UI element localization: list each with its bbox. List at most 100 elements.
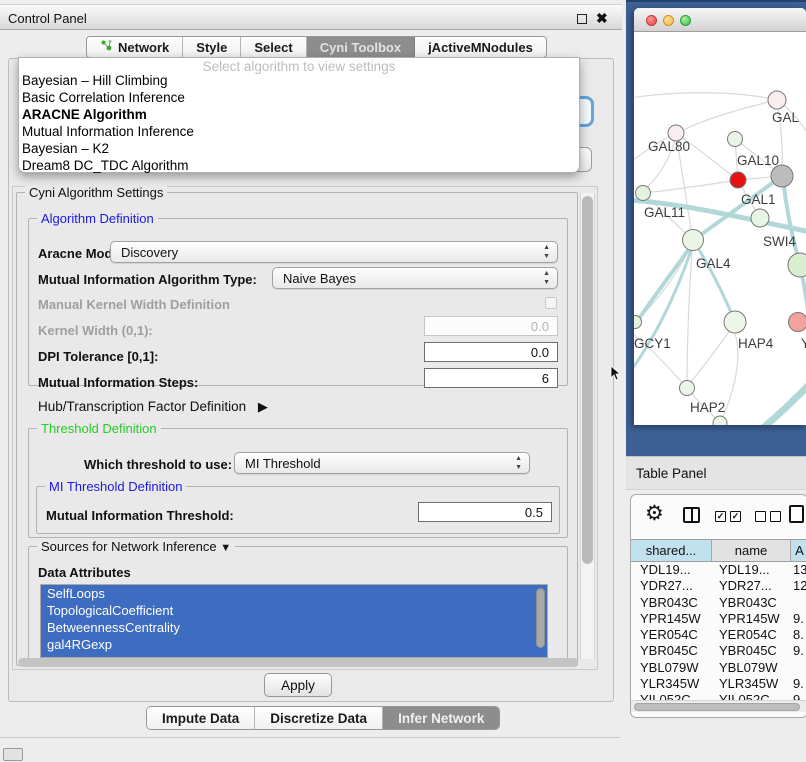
sources-expander[interactable]: Sources for Network Inference ▼ [37, 539, 235, 554]
node-hap4[interactable] [724, 311, 746, 333]
attribute-item[interactable]: BetweennessCentrality [41, 619, 547, 636]
node-label-hap2: HAP2 [690, 400, 725, 415]
checked-checkbox-icon[interactable]: ✓ [715, 511, 726, 522]
table-cell: 9 [793, 692, 806, 700]
file-icon[interactable] [789, 505, 804, 523]
dropdown-item-list: Bayesian – Hill ClimbingBasic Correlatio… [19, 72, 579, 174]
attribute-item[interactable]: SelfLoops [41, 585, 547, 602]
node-swi4[interactable] [751, 209, 769, 227]
split-columns-icon[interactable] [683, 507, 700, 523]
table-row[interactable]: YBR043C YBR043C [631, 595, 806, 611]
hub-definition-expander[interactable]: Hub/Transcription Factor Definition ▶ [38, 399, 268, 415]
combo-stepper-icon: ▲▼ [543, 244, 550, 261]
node-label-gal: GAL [772, 110, 800, 125]
column-header-name[interactable]: name [712, 540, 791, 561]
tab-label: jActiveMNodules [428, 40, 533, 55]
table-row[interactable]: YBL079WYBL079W [631, 660, 806, 676]
table-row[interactable]: YIL052CYIL052C9 [631, 692, 806, 700]
table-cell: YLR345W [719, 676, 789, 692]
table-cell: 9. [793, 643, 806, 659]
table-row[interactable]: YBR045CYBR045C9. [631, 643, 806, 659]
mi-type-select[interactable]: Naive Bayes ▲▼ [272, 267, 558, 289]
zoom-traffic-light-icon[interactable] [680, 15, 691, 26]
table-row[interactable]: YER054CYER054C8. [631, 627, 806, 643]
table-row[interactable]: YPR145WYPR145W9. [631, 611, 806, 627]
minimize-traffic-light-icon[interactable] [663, 15, 674, 26]
panel-divider [0, 737, 620, 738]
apply-button[interactable]: Apply [264, 673, 332, 697]
attribute-item[interactable]: TopologicalCoefficient [41, 602, 547, 619]
tab-select[interactable]: Select [241, 37, 306, 57]
float-window-icon[interactable] [577, 14, 587, 24]
dpi-tolerance-input[interactable]: 0.0 [424, 342, 558, 362]
attribute-item[interactable]: gal4RGexp [41, 636, 547, 653]
hub-definition-label: Hub/Transcription Factor Definition [38, 399, 246, 414]
dpi-tolerance-label: DPI Tolerance [0,1]: [38, 349, 158, 364]
tab-style[interactable]: Style [183, 37, 241, 57]
table-cell: YIL052C [719, 692, 789, 700]
table-cell: YDR27... [719, 578, 789, 594]
aracne-mode-value: Discovery [121, 245, 178, 260]
table-header-row: shared...nameA [631, 539, 806, 562]
tab-impute-data[interactable]: Impute Data [147, 707, 255, 729]
table-hscrollbar-thumb[interactable] [634, 703, 800, 711]
close-icon[interactable]: ✖ [596, 10, 608, 27]
table-hscrollbar-track[interactable] [631, 700, 806, 712]
table-cell: YLR345W [640, 676, 710, 692]
dropdown-item[interactable]: Bayesian – Hill Climbing [19, 72, 579, 89]
node-gal4[interactable] [683, 230, 704, 251]
table-cell: YBR043C [719, 595, 789, 611]
tab-infer-network[interactable]: Infer Network [383, 707, 499, 729]
unchecked-checkbox-icon[interactable] [770, 511, 781, 522]
node-gal11[interactable] [636, 186, 651, 201]
which-threshold-select[interactable]: MI Threshold ▲▼ [234, 452, 530, 474]
network-view-window[interactable]: GALGAL80GAL10GAL1GAL11SWI4GAL4GCY1HAP4YH… [634, 8, 806, 425]
mi-steps-input[interactable]: 6 [424, 368, 558, 388]
tab-jactivemnodules[interactable]: jActiveMNodules [415, 37, 546, 57]
table-row[interactable]: YLR345WYLR345W9. [631, 676, 806, 692]
network-canvas[interactable]: GALGAL80GAL10GAL1GAL11SWI4GAL4GCY1HAP4YH… [634, 32, 806, 425]
attributes-scrollbar[interactable] [536, 588, 545, 648]
node-gal10[interactable] [728, 132, 743, 147]
table-cell: YPR145W [719, 611, 789, 627]
kernel-width-input[interactable]: 0.0 [424, 316, 558, 336]
table-browser-window: ⚙ ✓ ✓ shared...nameA YDL19...YDL19...13Y… [630, 494, 806, 718]
table-row[interactable]: YDR27...YDR27...12 [631, 578, 806, 594]
table-cell: YBR045C [719, 643, 789, 659]
node-big-green[interactable] [788, 253, 806, 277]
data-attributes-list[interactable]: SelfLoopsTopologicalCoefficientBetweenne… [40, 584, 548, 658]
gear-icon[interactable]: ⚙ [645, 501, 664, 526]
column-header-shared[interactable]: shared... [631, 540, 712, 561]
checked-checkbox-icon[interactable]: ✓ [730, 511, 741, 522]
table-cell: YBR043C [640, 595, 710, 611]
settings-vscrollbar-thumb[interactable] [582, 196, 593, 564]
settings-hscrollbar-thumb[interactable] [18, 658, 578, 667]
network-window-titlebar [634, 8, 806, 32]
column-header-A[interactable]: A [791, 540, 806, 561]
dpi-tolerance-value: 0.0 [531, 345, 549, 360]
dropdown-item[interactable]: ARACNE Algorithm [19, 106, 579, 123]
dropdown-item[interactable]: Bayesian – K2 [19, 140, 579, 157]
node-gal1[interactable] [730, 172, 746, 188]
collapsed-panel-icon[interactable] [3, 748, 23, 761]
node-hub-gray[interactable] [771, 165, 793, 187]
node-bottom[interactable] [713, 416, 727, 425]
dropdown-item[interactable]: Mutual Information Inference [19, 123, 579, 140]
mi-threshold-group-title: MI Threshold Definition [45, 479, 186, 494]
node-salmon[interactable] [789, 313, 806, 332]
node-hap2[interactable] [680, 381, 695, 396]
mi-threshold-input[interactable]: 0.5 [418, 502, 552, 522]
unchecked-checkbox-icon[interactable] [755, 511, 766, 522]
close-traffic-light-icon[interactable] [646, 15, 657, 26]
tab-discretize-data[interactable]: Discretize Data [255, 707, 383, 729]
node-gal-top[interactable] [768, 91, 786, 109]
dropdown-item[interactable]: Dream8 DC_TDC Algorithm [19, 157, 579, 174]
dropdown-item[interactable]: Basic Correlation Inference [19, 89, 579, 106]
aracne-mode-select[interactable]: Discovery ▲▼ [110, 241, 558, 263]
tab-network[interactable]: Network [87, 37, 183, 57]
tab-cyni-toolbox[interactable]: Cyni Toolbox [307, 37, 415, 57]
manual-kernel-checkbox[interactable] [545, 297, 557, 309]
table-cell: YER054C [719, 627, 789, 643]
node-label-gal4: GAL4 [696, 256, 731, 271]
table-row[interactable]: YDL19...YDL19...13 [631, 562, 806, 578]
